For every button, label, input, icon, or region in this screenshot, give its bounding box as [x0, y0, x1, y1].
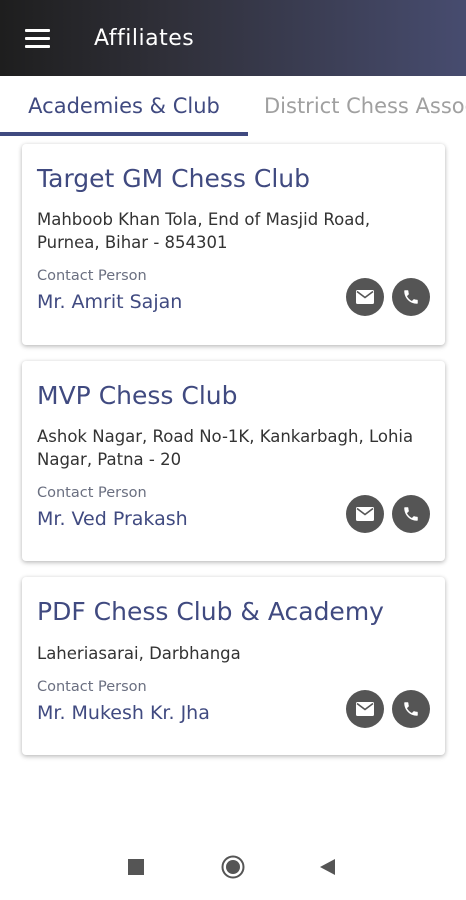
call-button[interactable]: [392, 495, 430, 533]
club-name: PDF Chess Club & Academy: [37, 597, 384, 626]
home-button[interactable]: [203, 834, 263, 900]
tab-academies-club[interactable]: Academies & Club: [0, 76, 248, 136]
email-icon: [356, 702, 374, 716]
club-card[interactable]: PDF Chess Club & Academy Laheriasarai, D…: [22, 577, 445, 755]
app-bar: Affiliates: [0, 0, 466, 76]
triangle-back-icon: [319, 859, 335, 875]
phone-icon: [404, 507, 418, 521]
back-button[interactable]: [297, 834, 357, 900]
tab-district-chess-association[interactable]: District Chess Association: [264, 76, 466, 136]
contact-label: Contact Person: [37, 485, 147, 501]
club-name: Target GM Chess Club: [37, 164, 310, 193]
call-button[interactable]: [392, 278, 430, 316]
contact-label: Contact Person: [37, 679, 147, 695]
call-button[interactable]: [392, 690, 430, 728]
club-card[interactable]: MVP Chess Club Ashok Nagar, Road No-1K, …: [22, 361, 445, 561]
email-button[interactable]: [346, 690, 384, 728]
square-recents-icon: [128, 859, 144, 875]
phone-icon: [404, 702, 418, 716]
email-button[interactable]: [346, 495, 384, 533]
club-address: Ashok Nagar, Road No-1K, Kankarbagh, Loh…: [37, 427, 414, 469]
email-icon: [356, 290, 374, 304]
hamburger-menu-icon[interactable]: [0, 0, 74, 76]
contact-name: Mr. Mukesh Kr. Jha: [37, 702, 210, 724]
email-icon: [356, 507, 374, 521]
recents-button[interactable]: [106, 834, 166, 900]
club-card[interactable]: Target GM Chess Club Mahboob Khan Tola, …: [22, 144, 445, 345]
circle-home-icon: [221, 855, 245, 879]
contact-label: Contact Person: [37, 268, 147, 284]
contact-name: Mr. Amrit Sajan: [37, 291, 183, 313]
phone-icon: [404, 290, 418, 304]
tab-bar: Academies & Club District Chess Associat…: [0, 76, 466, 136]
system-nav-bar: [0, 834, 466, 900]
club-address: Mahboob Khan Tola, End of Masjid Road, P…: [37, 210, 371, 252]
club-name: MVP Chess Club: [37, 381, 238, 410]
page-title: Affiliates: [94, 25, 195, 51]
club-address: Laheriasarai, Darbhanga: [37, 644, 241, 663]
email-button[interactable]: [346, 278, 384, 316]
contact-name: Mr. Ved Prakash: [37, 508, 188, 530]
